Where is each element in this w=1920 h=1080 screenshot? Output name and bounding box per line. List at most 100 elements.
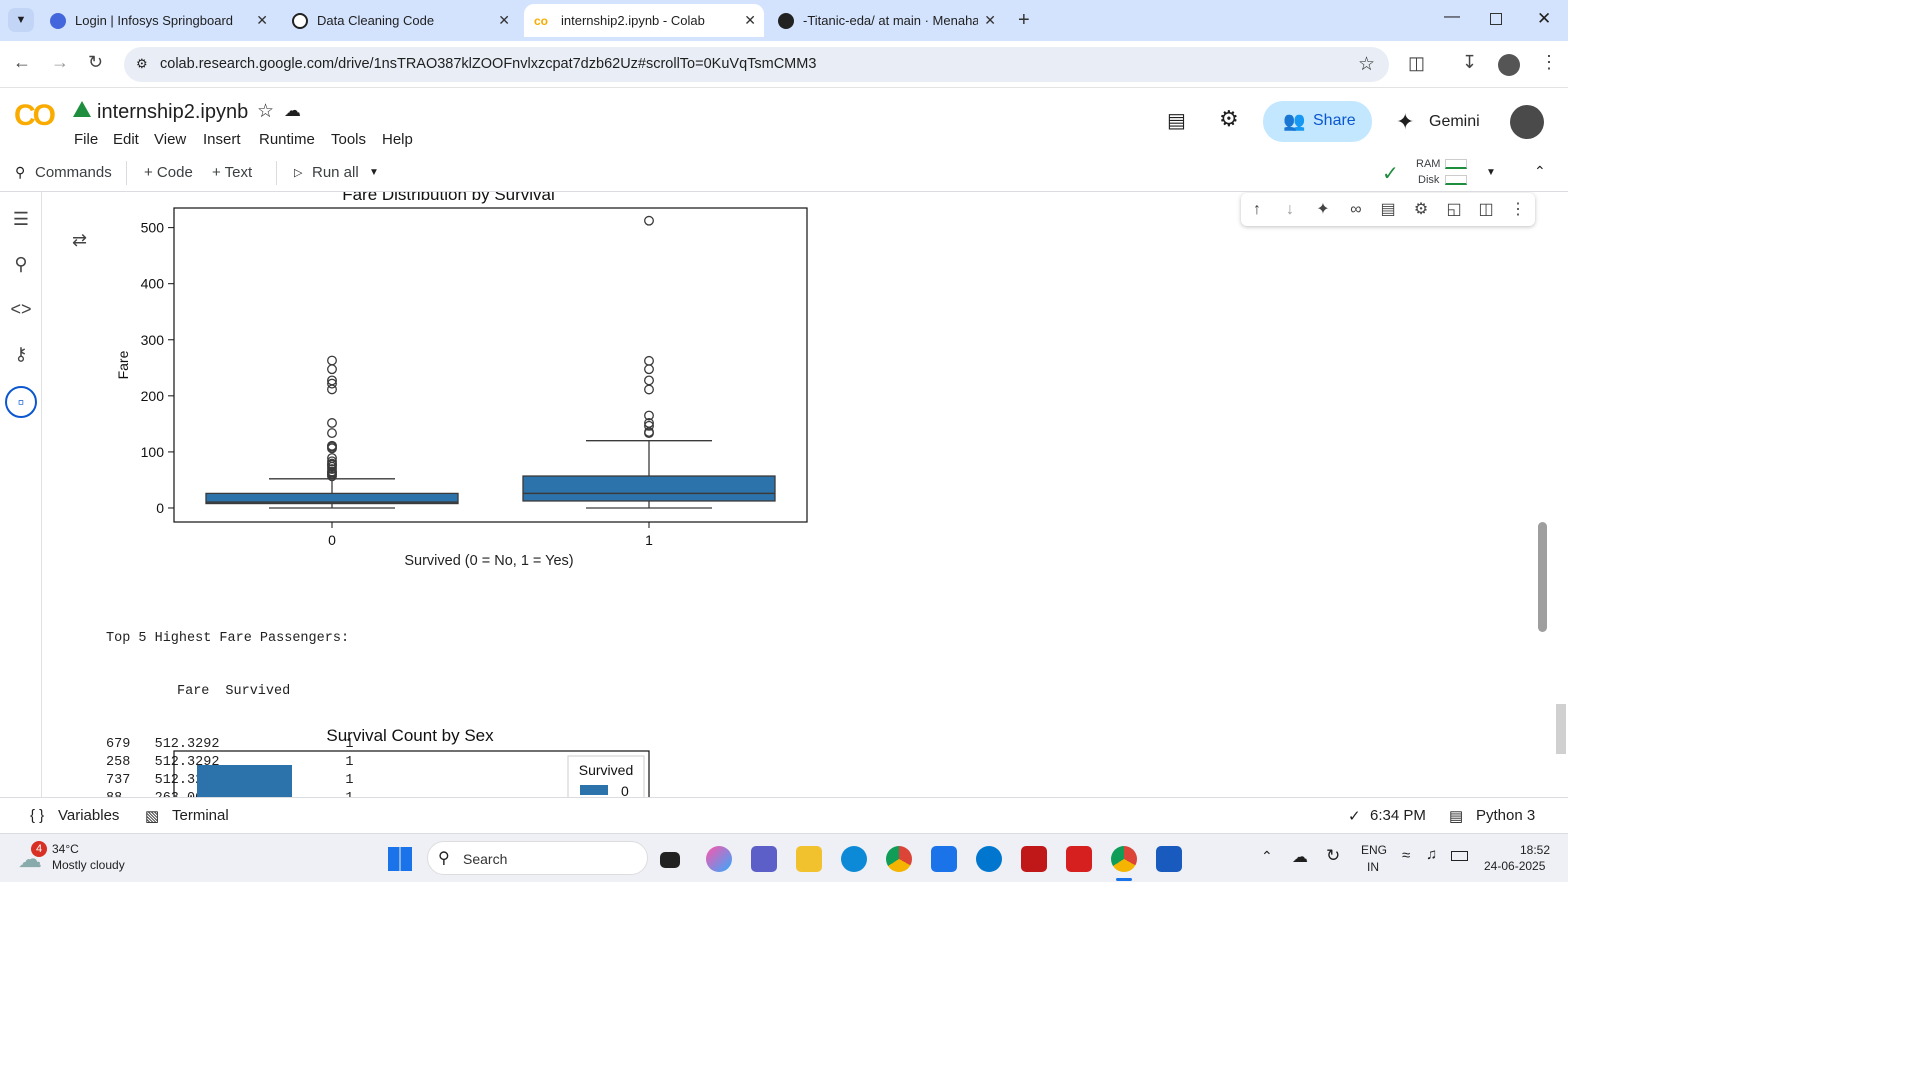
restore-icon[interactable] [1490, 13, 1502, 25]
edge-icon[interactable] [841, 846, 867, 872]
volume-icon[interactable]: ♫ [1426, 846, 1437, 863]
weather-temp[interactable]: 34°C [52, 842, 79, 856]
menu-help[interactable]: Help [382, 131, 413, 148]
mirror-cell-icon[interactable]: ◱ [1443, 199, 1465, 221]
resources-dropdown-icon[interactable]: ▼ [1486, 167, 1496, 178]
menu-view[interactable]: View [154, 131, 186, 148]
windows-start-icon[interactable] [388, 847, 412, 871]
reload-icon[interactable]: ↻ [88, 52, 103, 73]
url-text[interactable]: colab.research.google.com/drive/1nsTRAO3… [160, 56, 816, 72]
copilot-icon[interactable] [706, 846, 732, 872]
delete-icon[interactable]: ◫ [1475, 199, 1497, 221]
browser-menu-icon[interactable]: ⋮ [1540, 52, 1558, 73]
back-icon[interactable]: ← [13, 52, 31, 73]
close-window-icon[interactable]: ✕ [1537, 9, 1551, 29]
dell-icon[interactable] [976, 846, 1002, 872]
chrome-active-icon[interactable] [1111, 846, 1137, 872]
table-of-contents-icon[interactable]: ☰ [9, 209, 33, 233]
new-tab-icon[interactable]: + [1018, 9, 1030, 32]
tab-search-button[interactable]: ▼ [8, 8, 34, 32]
extensions-icon[interactable]: ◫ [1408, 53, 1425, 74]
mcafee-icon[interactable] [1021, 846, 1047, 872]
cell-settings-icon[interactable]: ⚙ [1410, 199, 1432, 221]
code-snippets-icon[interactable]: <> [9, 299, 33, 323]
menu-file[interactable]: File [74, 131, 98, 148]
clock-date[interactable]: 24-06-2025 [1484, 859, 1545, 873]
close-tab-icon[interactable]: ✕ [498, 12, 510, 29]
chrome-icon[interactable] [886, 846, 912, 872]
link-icon[interactable]: ∞ [1345, 199, 1367, 221]
tab-infosys[interactable]: Login | Infosys Springboard ✕ [44, 4, 276, 37]
task-view-icon[interactable] [660, 852, 680, 868]
colab-logo[interactable]: CO [14, 99, 56, 133]
runtime-label[interactable]: Python 3 [1476, 807, 1535, 824]
minimize-icon[interactable]: — [1444, 8, 1460, 26]
menu-edit[interactable]: Edit [113, 131, 139, 148]
omnibox[interactable]: ⚙ colab.research.google.com/drive/1nsTRA… [124, 47, 1389, 82]
comment-icon[interactable]: ▤ [1377, 199, 1399, 221]
store-icon[interactable] [931, 846, 957, 872]
notebook-title[interactable]: internship2.ipynb [97, 101, 248, 124]
bookmark-star-icon[interactable]: ☆ [1358, 53, 1375, 76]
move-down-icon[interactable]: ↓ [1279, 199, 1301, 221]
notebook-scrollbar[interactable] [1538, 522, 1547, 632]
run-all-dropdown-icon[interactable]: ▼ [369, 167, 379, 178]
tab-github[interactable]: -Titanic-eda/ at main · Menahal ✕ [770, 4, 1004, 37]
download-icon[interactable]: ↧ [1462, 52, 1477, 73]
weather-desc[interactable]: Mostly cloudy [52, 858, 125, 872]
commands-button[interactable]: Commands [35, 164, 112, 181]
terminal-button[interactable]: Terminal [172, 807, 229, 824]
github-favicon-icon [778, 12, 794, 29]
add-text-button[interactable]: + Text [212, 164, 252, 181]
region-code[interactable]: IN [1367, 860, 1379, 874]
menu-runtime[interactable]: Runtime [259, 131, 315, 148]
word-icon[interactable] [1156, 846, 1182, 872]
execution-time[interactable]: 6:34 PM [1370, 807, 1426, 824]
page-scrollbar[interactable] [1556, 704, 1566, 754]
tab-data-cleaning[interactable]: Data Cleaning Code ✕ [286, 4, 518, 37]
acrobat-icon[interactable] [1066, 846, 1092, 872]
profile-avatar[interactable] [1498, 54, 1520, 76]
add-code-button[interactable]: + Code [144, 164, 193, 181]
close-tab-icon[interactable]: ✕ [256, 12, 268, 29]
comments-icon[interactable]: ▤ [1167, 108, 1186, 133]
collapse-header-icon[interactable]: ⌃ [1534, 163, 1546, 180]
tab-colab[interactable]: co internship2.ipynb - Colab ✕ [524, 4, 764, 37]
gemini-button[interactable]: ✦ Gemini [1388, 101, 1488, 142]
more-options-icon[interactable]: ⋮ [1507, 199, 1529, 221]
account-avatar[interactable] [1510, 105, 1544, 139]
share-label: Share [1313, 112, 1356, 129]
wifi-icon[interactable]: ≈ [1402, 847, 1410, 864]
onedrive-icon[interactable]: ☁ [1292, 847, 1308, 867]
menu-tools[interactable]: Tools [331, 131, 366, 148]
left-rail: ☰ ⚲ <> ⚷ ▫ [0, 192, 42, 797]
notebook-toolbar: ⚲ Commands + Code + Text ▷ Run all ▼ ✓ R… [0, 154, 1568, 192]
site-info-icon[interactable]: ⚙ [136, 56, 148, 72]
clock-time[interactable]: 18:52 [1520, 843, 1550, 857]
y-tick-label: 0 [156, 500, 164, 516]
find-replace-icon[interactable]: ⚲ [9, 254, 33, 278]
language-code[interactable]: ENG [1361, 843, 1387, 857]
file-explorer-icon[interactable] [796, 846, 822, 872]
forward-icon[interactable]: → [51, 52, 69, 73]
tab-title: Data Cleaning Code [317, 13, 435, 28]
taskbar-search[interactable]: ⚲ Search [427, 841, 648, 875]
share-button[interactable]: 👥 Share [1263, 101, 1372, 142]
files-folder-icon[interactable]: ▫ [5, 386, 37, 418]
legend-entry: 0 [621, 783, 629, 797]
settings-gear-icon[interactable]: ⚙ [1219, 106, 1239, 132]
star-icon[interactable]: ☆ [257, 100, 274, 123]
teams-icon[interactable] [751, 846, 777, 872]
outlier-point [327, 364, 337, 375]
show-hidden-icons[interactable]: ⌃ [1261, 848, 1273, 865]
sync-icon[interactable]: ↻ [1326, 846, 1340, 866]
close-tab-icon[interactable]: ✕ [984, 12, 996, 29]
run-all-button[interactable]: Run all [312, 164, 359, 181]
menu-insert[interactable]: Insert [203, 131, 241, 148]
battery-icon[interactable] [1451, 851, 1468, 861]
variables-button[interactable]: Variables [58, 807, 119, 824]
move-up-icon[interactable]: ↑ [1246, 199, 1268, 221]
close-tab-icon[interactable]: ✕ [744, 12, 756, 29]
gemini-cell-icon[interactable]: ✦ [1312, 199, 1334, 221]
secrets-key-icon[interactable]: ⚷ [9, 344, 33, 368]
